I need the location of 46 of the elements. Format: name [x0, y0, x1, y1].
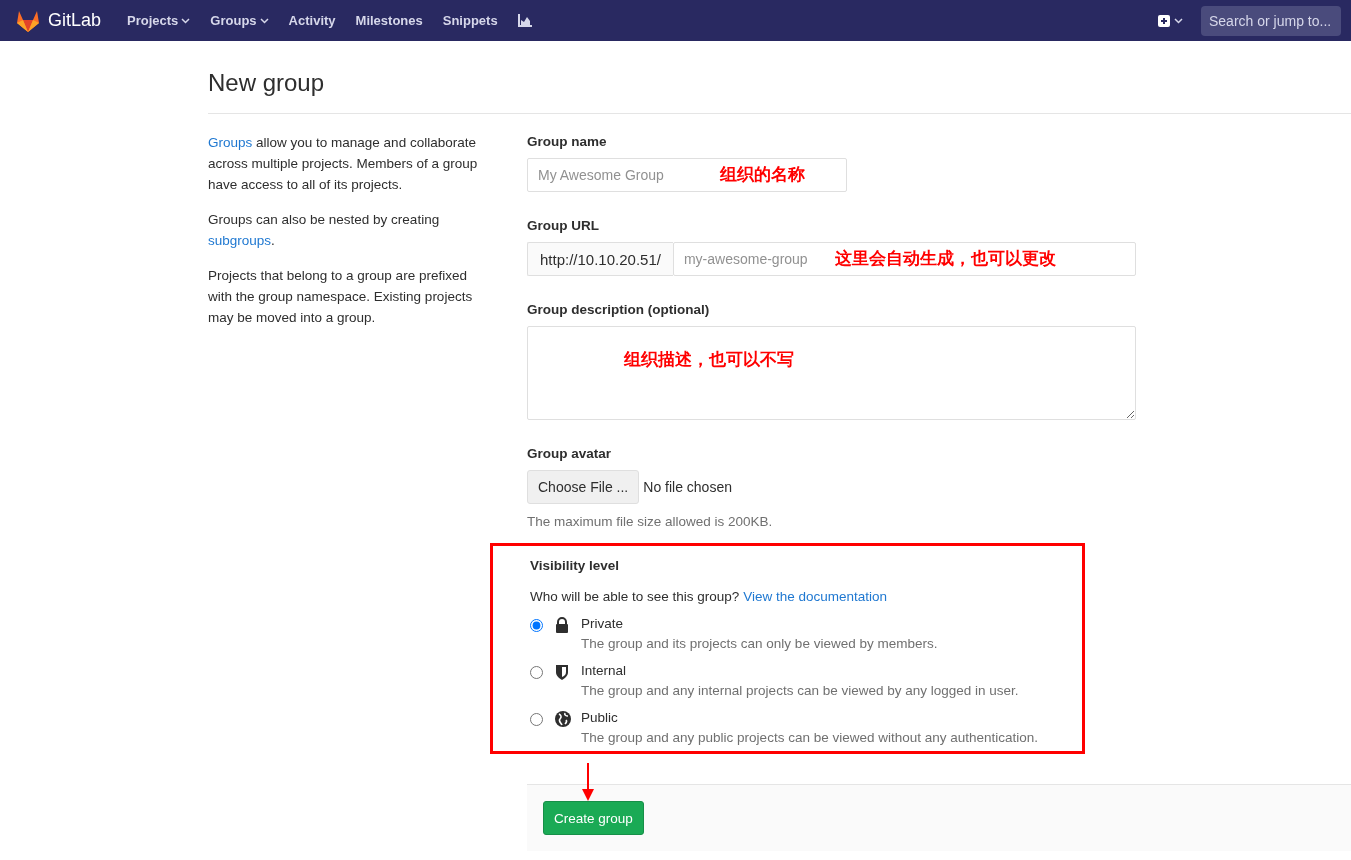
field-label: Group URL [527, 218, 600, 233]
lock-icon [555, 617, 569, 633]
option-label: Public [581, 710, 619, 725]
visibility-question: Who will be able to see this group? View the documentation [530, 589, 888, 604]
nav-link[interactable]: Activity [288, 13, 336, 28]
field-label: Group name [527, 134, 608, 149]
url-prefix: http://10.10.20.51/ [527, 242, 673, 276]
nav-link[interactable]: Projects [127, 13, 191, 28]
fox-logo-icon[interactable] [16, 9, 40, 32]
visibility-radio[interactable] [530, 713, 543, 726]
field-label: Group avatar [527, 446, 613, 461]
description-field[interactable] [527, 326, 1136, 420]
visibility-radio[interactable] [530, 666, 543, 679]
chart-icon[interactable] [517, 14, 532, 27]
caret-icon [181, 17, 191, 24]
file-status: No file chosen [643, 479, 732, 495]
nav-link[interactable]: Groups [210, 13, 269, 28]
documentation-link[interactable]: View the documentation [743, 589, 887, 604]
option-label: Private [581, 616, 625, 631]
visibility-radio[interactable] [530, 619, 543, 632]
help-text: Projects that belong to a group are prefixed with the group namespace. Existing projects may be moved into a group. [208, 267, 474, 327]
page-title: New group [208, 41, 1351, 114]
caret-icon [1174, 17, 1183, 24]
option-description: The group and any public projects can be viewed without any authentication. [581, 730, 1039, 745]
option-label: Internal [581, 663, 628, 678]
annotation-text: 这里会自动生成，也可以更改 [835, 248, 1056, 270]
field-label: Group description (optional) [527, 302, 711, 317]
nav-link[interactable]: Snippets [442, 13, 498, 28]
new-menu-button[interactable] [1156, 12, 1185, 29]
option-description: The group and its projects can only be viewed by members. [581, 636, 938, 651]
search-field[interactable]: Search or jump to... [1201, 5, 1341, 36]
caret-icon [259, 17, 269, 24]
globe-icon [555, 711, 571, 727]
option-description: The group and any internal projects can be viewed by any logged in user. [581, 683, 1019, 698]
shield-icon [555, 664, 569, 680]
annotation-text: 组织描述，也可以不写 [624, 349, 794, 371]
file-size-hint: The maximum file size allowed is 200KB. [527, 514, 774, 529]
help-text: Groups allow you to manage and collaborate across multiple projects. Members of a group have access to all of its projects. [208, 134, 479, 194]
annotation-text: 组织的名称 [720, 164, 805, 186]
help-text: Groups can also be nested by creating subgroups. [208, 211, 441, 250]
choose-file-button[interactable]: Choose File ... [527, 470, 640, 504]
nav-link[interactable]: Milestones [355, 13, 423, 28]
help-link[interactable]: Groups [208, 135, 253, 150]
field-label: Visibility level [530, 558, 621, 573]
plus-icon[interactable] [1158, 14, 1170, 27]
brand-name[interactable]: GitLab [48, 10, 102, 31]
